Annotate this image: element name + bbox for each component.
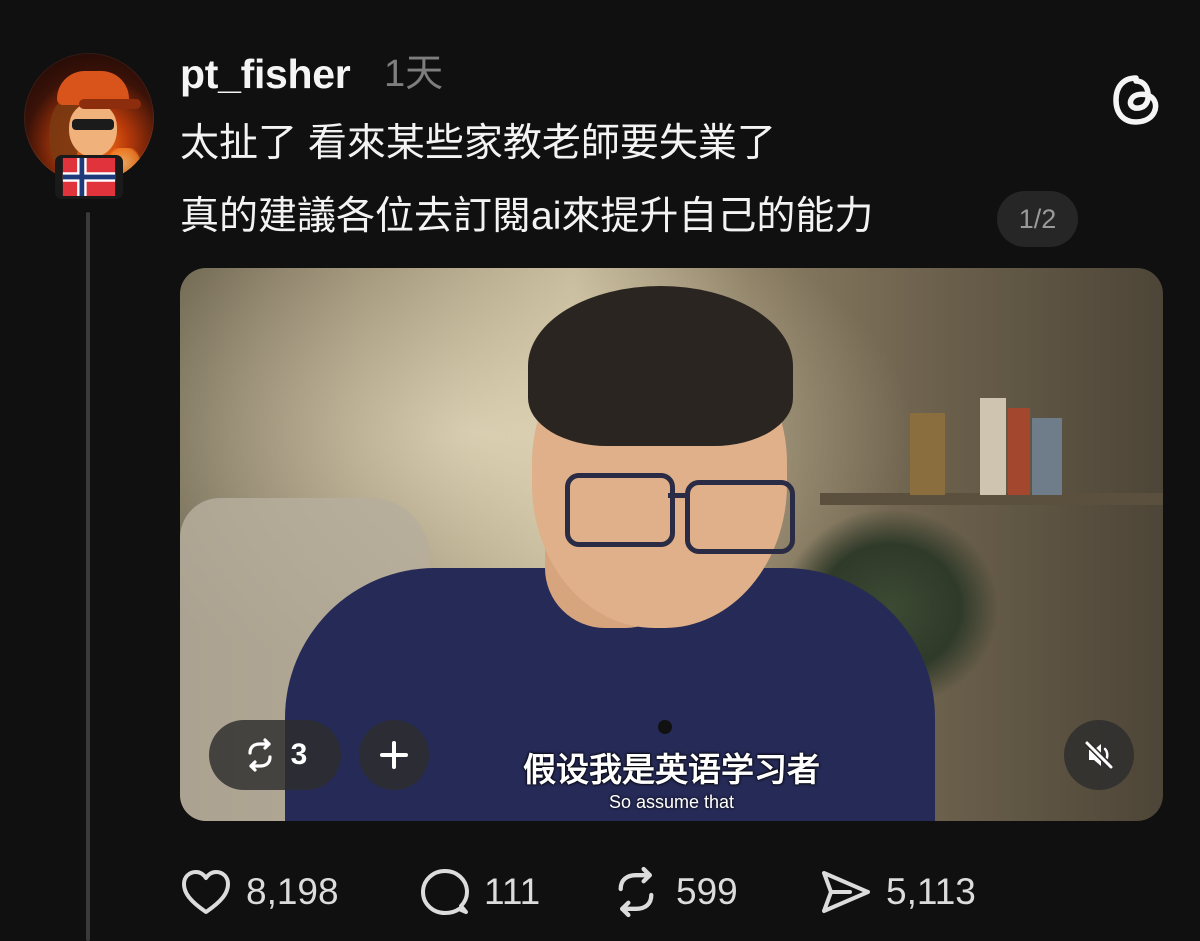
norway-flag-svg: [62, 158, 116, 196]
share-button[interactable]: 5,113: [820, 862, 976, 922]
repost-button[interactable]: 599: [610, 862, 738, 922]
video-frame: [1032, 418, 1062, 495]
subtitle-english: So assume that: [608, 792, 735, 812]
username[interactable]: pt_fisher: [180, 50, 351, 98]
video-frame: [980, 398, 1006, 495]
post-text-line-1: 太扯了 看來某些家教老師要失業了: [180, 122, 776, 165]
threads-logo-icon[interactable]: [1109, 73, 1163, 127]
share-count: 5,113: [886, 871, 976, 912]
repost-icon: [618, 866, 654, 918]
post-text-line-2: 真的建議各位去訂閱ai來提升自己的能力: [180, 195, 874, 238]
avatar-art: [79, 99, 141, 109]
video-frame: [565, 473, 675, 547]
video-frame: [685, 480, 795, 554]
video-frame: [910, 413, 945, 495]
thread-connector-line: [86, 212, 90, 941]
like-button[interactable]: 8,198: [180, 862, 339, 922]
timestamp: 1天: [384, 53, 444, 95]
comment-count: 111: [484, 871, 541, 912]
video-frame: [668, 493, 688, 498]
send-icon: [822, 871, 870, 913]
repost-count: 599: [676, 871, 738, 912]
norway-flag-icon: [55, 155, 123, 199]
action-bar: 8,198 111 599 5,113: [180, 862, 1080, 922]
media-pager-badge: 1/2: [997, 191, 1078, 247]
comment-button[interactable]: 111: [420, 862, 540, 922]
video-frame: [528, 286, 793, 446]
subtitle-chinese: 假设我是英语学习者: [523, 751, 820, 788]
video-frame: [1008, 408, 1030, 495]
heart-icon: [182, 870, 230, 914]
video-frame: [658, 720, 672, 734]
video-player[interactable]: 3 假设我是英语学习者 So assume that: [180, 268, 1163, 821]
avatar-art: [69, 103, 117, 157]
comment-bubble-icon: [421, 869, 469, 915]
like-count: 8,198: [246, 871, 339, 912]
thread-post: pt_fisher 1天 太扯了 看來某些家教老師要失業了 真的建議各位去訂閱a…: [0, 0, 1200, 941]
avatar-art: [72, 119, 114, 130]
